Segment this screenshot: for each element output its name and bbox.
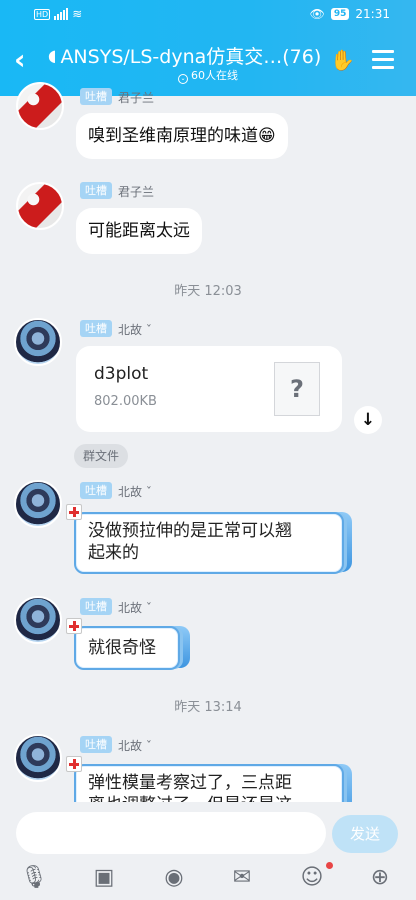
clock: 21:31 [355,7,390,21]
unknown-file-icon: ? [274,362,320,416]
sender-name[interactable]: 北故 ˇ [118,483,152,500]
sender-name[interactable]: 北故 ˇ [118,321,152,338]
plus-icon[interactable]: ⊕ [366,864,394,892]
signal-icon [54,8,69,20]
eye-icon: 👁 [309,7,325,21]
red-packet-icon[interactable]: ✉ [228,864,256,892]
wifi-icon: ≋ [72,7,83,21]
composer: 发送 🎙 ▣ ◉ ✉ ☺ ⊕ [0,802,416,900]
avatar[interactable] [16,82,64,130]
camera-icon[interactable]: ◉ [160,864,188,892]
notification-dot [326,862,333,869]
tag-badge: 吐槽 [80,736,112,753]
group-title[interactable]: ◖ ANSYS/LS-dyna仿真交…(76) [48,42,332,69]
image-icon[interactable]: ▣ [90,864,118,892]
file-size: 802.00KB [94,394,157,409]
menu-icon[interactable] [372,50,394,70]
avatar[interactable] [16,182,64,230]
emoji-icon[interactable]: ☺ [298,864,326,892]
message-input[interactable] [16,812,326,854]
file-name: d3plot [94,364,149,384]
tag-badge: 吐槽 [80,320,112,337]
message-bubble[interactable]: 嗅到圣维南原理的味道😁 [76,113,288,159]
hd-badge: HD [34,8,51,20]
ear-icon: ◖ [48,46,57,65]
message-bubble[interactable]: 没做预拉伸的是正常可以翘 起来的 [74,512,344,574]
send-button[interactable]: 发送 [332,815,398,853]
group-title-text: ANSYS/LS-dyna仿真交…(76) [60,46,322,68]
timestamp: 昨天 12:03 [174,284,242,299]
avatar[interactable] [14,734,62,782]
download-icon[interactable]: ↓ [354,406,382,434]
group-file-badge[interactable]: 群文件 [74,444,129,468]
message-bubble[interactable]: 弹性模量考察过了，三点距 离也调整过了，但是还是这 [74,764,344,802]
sender-name[interactable]: 北故 ˇ [118,737,152,754]
avatar[interactable] [14,480,62,528]
medical-cross-icon [66,756,82,772]
hand-icon[interactable]: ✋ [330,48,355,72]
status-bar: HD ≋ 👁 95 21:31 [34,4,390,24]
medical-cross-icon [66,504,82,520]
tag-badge: 吐槽 [80,482,112,499]
avatar[interactable] [14,596,62,644]
microphone-icon[interactable]: 🎙 [20,864,48,892]
file-message[interactable]: d3plot 802.00KB ? [76,346,342,432]
sender-name[interactable]: 北故 ˇ [118,599,152,616]
avatar[interactable] [14,318,62,366]
tag-badge: 吐槽 [80,88,112,105]
chat-list[interactable]: 吐槽 君子兰 嗅到圣维南原理的味道😁 吐槽 君子兰 可能距离太远 昨天 12:0… [0,80,416,802]
tag-badge: 吐槽 [80,598,112,615]
sender-name[interactable]: 君子兰 [118,89,154,106]
medical-cross-icon [66,618,82,634]
composer-toolbar: 🎙 ▣ ◉ ✉ ☺ ⊕ [0,864,416,896]
timestamp: 昨天 13:14 [174,700,242,715]
battery-badge: 95 [330,8,350,20]
tag-badge: 吐槽 [80,182,112,199]
sender-name[interactable]: 君子兰 [118,183,154,200]
message-bubble[interactable]: 就很奇怪 [74,626,180,670]
message-bubble[interactable]: 可能距离太远 [76,208,202,254]
